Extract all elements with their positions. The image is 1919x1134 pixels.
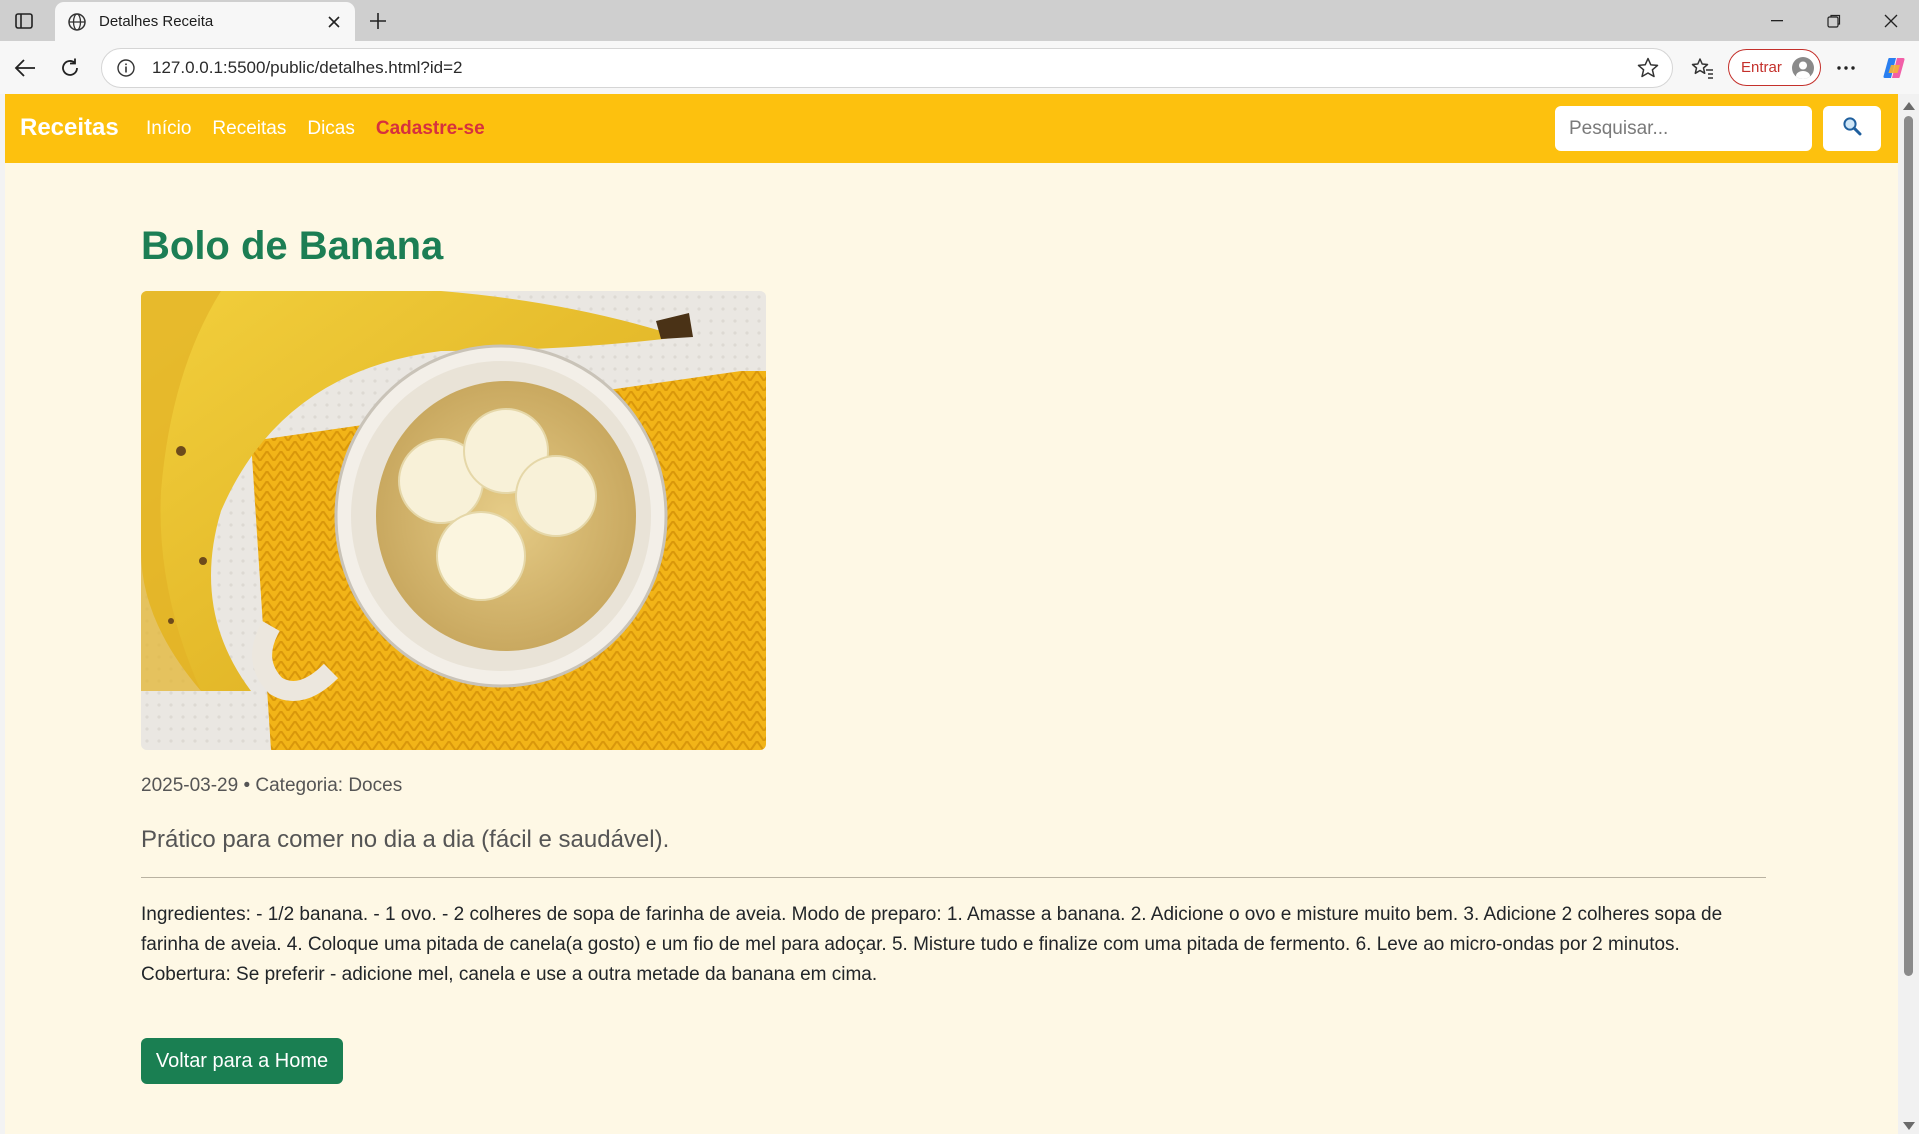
search-icon	[1842, 116, 1862, 141]
nav-links: Início Receitas Dicas Cadastre-se	[146, 118, 485, 140]
sidebar-toggle-icon[interactable]	[12, 10, 36, 32]
back-icon[interactable]	[10, 53, 40, 83]
globe-icon	[67, 12, 87, 32]
close-icon[interactable]	[325, 13, 343, 31]
page-viewport: Receitas Início Receitas Dicas Cadastre-…	[5, 94, 1898, 1134]
recipe-photo	[141, 291, 766, 750]
profile-sign-in-button[interactable]: Entrar	[1728, 49, 1821, 86]
recipe-lead: Prático para comer no dia a dia (fácil e…	[141, 826, 670, 853]
minimize-icon[interactable]	[1748, 0, 1805, 41]
browser-tab[interactable]: Detalhes Receita	[55, 2, 355, 41]
search-input[interactable]	[1555, 106, 1812, 151]
scroll-up-icon[interactable]	[1903, 102, 1915, 110]
info-icon[interactable]	[116, 58, 136, 78]
nav-link-dicas[interactable]: Dicas	[307, 118, 355, 140]
nav-link-inicio[interactable]: Início	[146, 118, 191, 140]
browser-tab-strip: Detalhes Receita	[0, 0, 1919, 41]
page-scrollbar[interactable]	[1898, 94, 1919, 1134]
tab-title: Detalhes Receita	[99, 13, 214, 30]
recipe-body: Ingredientes: - 1/2 banana. - 1 ovo. - 2…	[141, 904, 1723, 985]
star-icon[interactable]	[1636, 56, 1660, 80]
window-close-icon[interactable]	[1862, 0, 1919, 41]
search-button[interactable]	[1823, 106, 1881, 151]
recipe-meta: 2025-03-29 • Categoria: Doces	[141, 775, 403, 796]
recipe-image	[141, 291, 766, 750]
address-bar[interactable]: 127.0.0.1:5500/public/detalhes.html?id=2	[101, 48, 1673, 88]
brand-logo-link[interactable]: Receitas	[20, 114, 119, 142]
url-text: 127.0.0.1:5500/public/detalhes.html?id=2	[152, 58, 463, 77]
browser-toolbar: 127.0.0.1:5500/public/detalhes.html?id=2…	[0, 41, 1919, 94]
favorites-icon[interactable]	[1688, 53, 1718, 83]
profile-sign-in-label: Entrar	[1741, 59, 1782, 76]
copilot-icon[interactable]	[1879, 53, 1909, 83]
avatar-icon	[1792, 56, 1814, 79]
restore-icon[interactable]	[1805, 0, 1862, 41]
site-navbar: Receitas Início Receitas Dicas Cadastre-…	[5, 94, 1898, 163]
nav-link-cadastre-se[interactable]: Cadastre-se	[376, 118, 485, 140]
back-home-button[interactable]: Voltar para a Home	[141, 1038, 343, 1084]
window-controls	[1748, 0, 1919, 41]
scrollbar-thumb[interactable]	[1904, 116, 1913, 976]
divider	[141, 877, 1766, 878]
recipe-title: Bolo de Banana	[141, 224, 444, 268]
plus-icon[interactable]	[365, 8, 391, 34]
scroll-down-icon[interactable]	[1903, 1122, 1915, 1130]
reload-icon[interactable]	[55, 53, 85, 83]
more-icon[interactable]	[1831, 53, 1861, 83]
nav-link-receitas[interactable]: Receitas	[212, 118, 286, 140]
